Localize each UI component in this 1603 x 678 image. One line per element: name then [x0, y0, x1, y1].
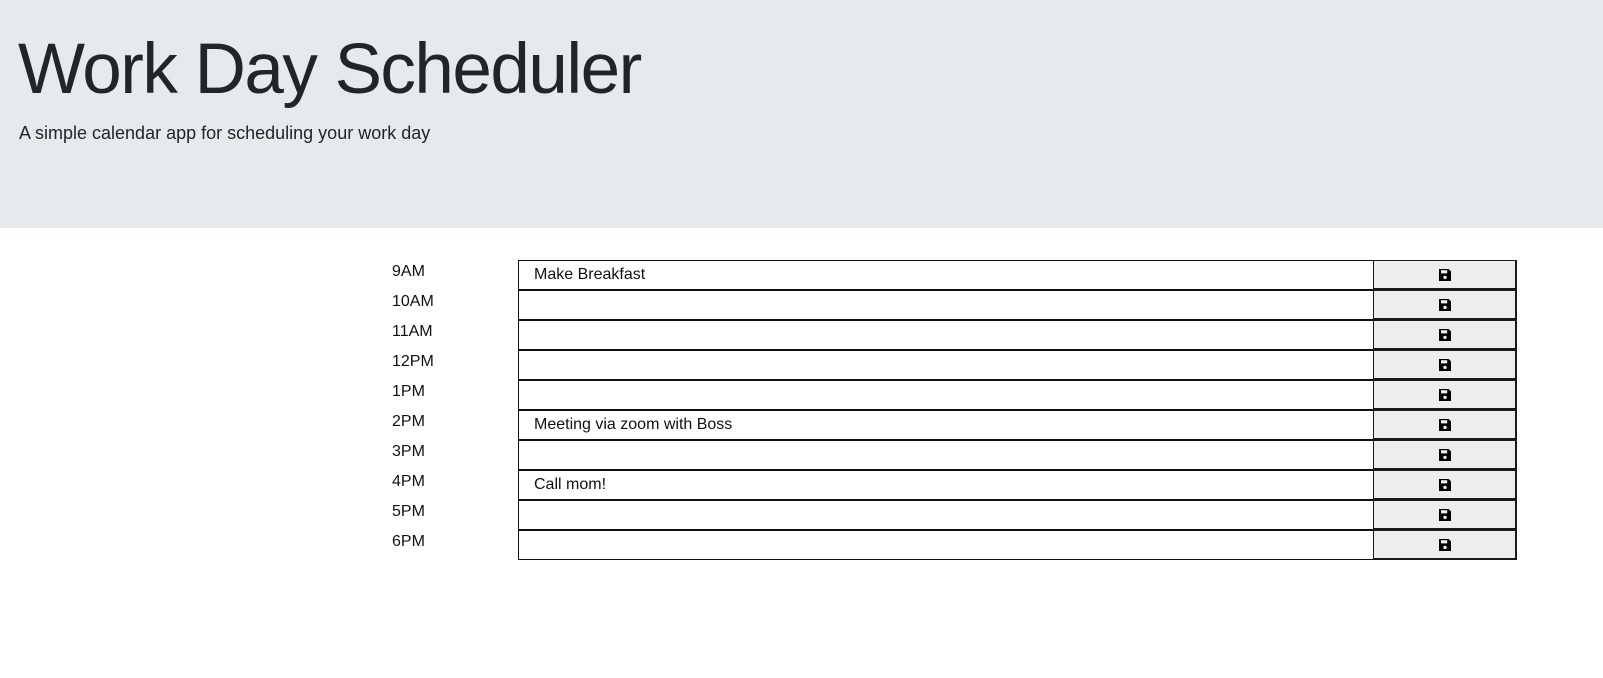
floppy-disk-icon — [1438, 268, 1451, 281]
hour-label: 9AM — [392, 263, 425, 280]
floppy-disk-icon — [1438, 298, 1451, 311]
save-button[interactable] — [1373, 470, 1517, 500]
floppy-disk-icon — [1438, 388, 1451, 401]
time-block-row: 11AM — [0, 320, 1603, 350]
hour-label: 1PM — [392, 383, 425, 400]
hour-label: 3PM — [392, 443, 425, 460]
floppy-disk-icon — [1438, 538, 1451, 551]
event-input[interactable] — [518, 530, 1373, 560]
time-block-row: 9AM Make Breakfast — [0, 260, 1603, 290]
save-button[interactable] — [1373, 530, 1517, 560]
page-title: Work Day Scheduler — [18, 30, 642, 109]
hour-label: 4PM — [392, 473, 425, 490]
hour-label: 12PM — [392, 353, 434, 370]
event-input[interactable]: Meeting via zoom with Boss — [518, 410, 1373, 440]
hour-label: 10AM — [392, 293, 434, 310]
event-input[interactable] — [518, 380, 1373, 410]
save-button[interactable] — [1373, 350, 1517, 380]
hour-label: 6PM — [392, 533, 425, 550]
time-block-row: 1PM — [0, 380, 1603, 410]
event-input[interactable]: Make Breakfast — [518, 260, 1373, 290]
floppy-disk-icon — [1438, 478, 1451, 491]
event-input[interactable] — [518, 320, 1373, 350]
save-button[interactable] — [1373, 320, 1517, 350]
time-block-row: 6PM — [0, 530, 1603, 560]
event-input[interactable] — [518, 500, 1373, 530]
save-button[interactable] — [1373, 500, 1517, 530]
event-input[interactable] — [518, 290, 1373, 320]
floppy-disk-icon — [1438, 358, 1451, 371]
hour-label: 11AM — [392, 323, 433, 340]
page-subtitle: A simple calendar app for scheduling you… — [19, 123, 431, 143]
floppy-disk-icon — [1438, 448, 1451, 461]
time-block-row: 5PM — [0, 500, 1603, 530]
time-block-row: 10AM — [0, 290, 1603, 320]
time-block-row: 4PM Call mom! — [0, 470, 1603, 500]
hour-label: 5PM — [392, 503, 425, 520]
schedule-container: 9AM Make Breakfast 10AM 11AM 12PM 1PM 2P… — [0, 260, 1603, 560]
time-block-row: 2PM Meeting via zoom with Boss — [0, 410, 1603, 440]
save-button[interactable] — [1373, 290, 1517, 320]
time-block-row: 3PM — [0, 440, 1603, 470]
time-block-row: 12PM — [0, 350, 1603, 380]
save-button[interactable] — [1373, 260, 1517, 290]
event-input[interactable] — [518, 440, 1373, 470]
save-button[interactable] — [1373, 410, 1517, 440]
floppy-disk-icon — [1438, 418, 1451, 431]
hour-label: 2PM — [392, 413, 425, 430]
floppy-disk-icon — [1438, 328, 1451, 341]
jumbotron-header: Work Day Scheduler A simple calendar app… — [0, 0, 1603, 228]
save-button[interactable] — [1373, 440, 1517, 470]
event-input[interactable]: Call mom! — [518, 470, 1373, 500]
save-button[interactable] — [1373, 380, 1517, 410]
event-input[interactable] — [518, 350, 1373, 380]
floppy-disk-icon — [1438, 508, 1451, 521]
